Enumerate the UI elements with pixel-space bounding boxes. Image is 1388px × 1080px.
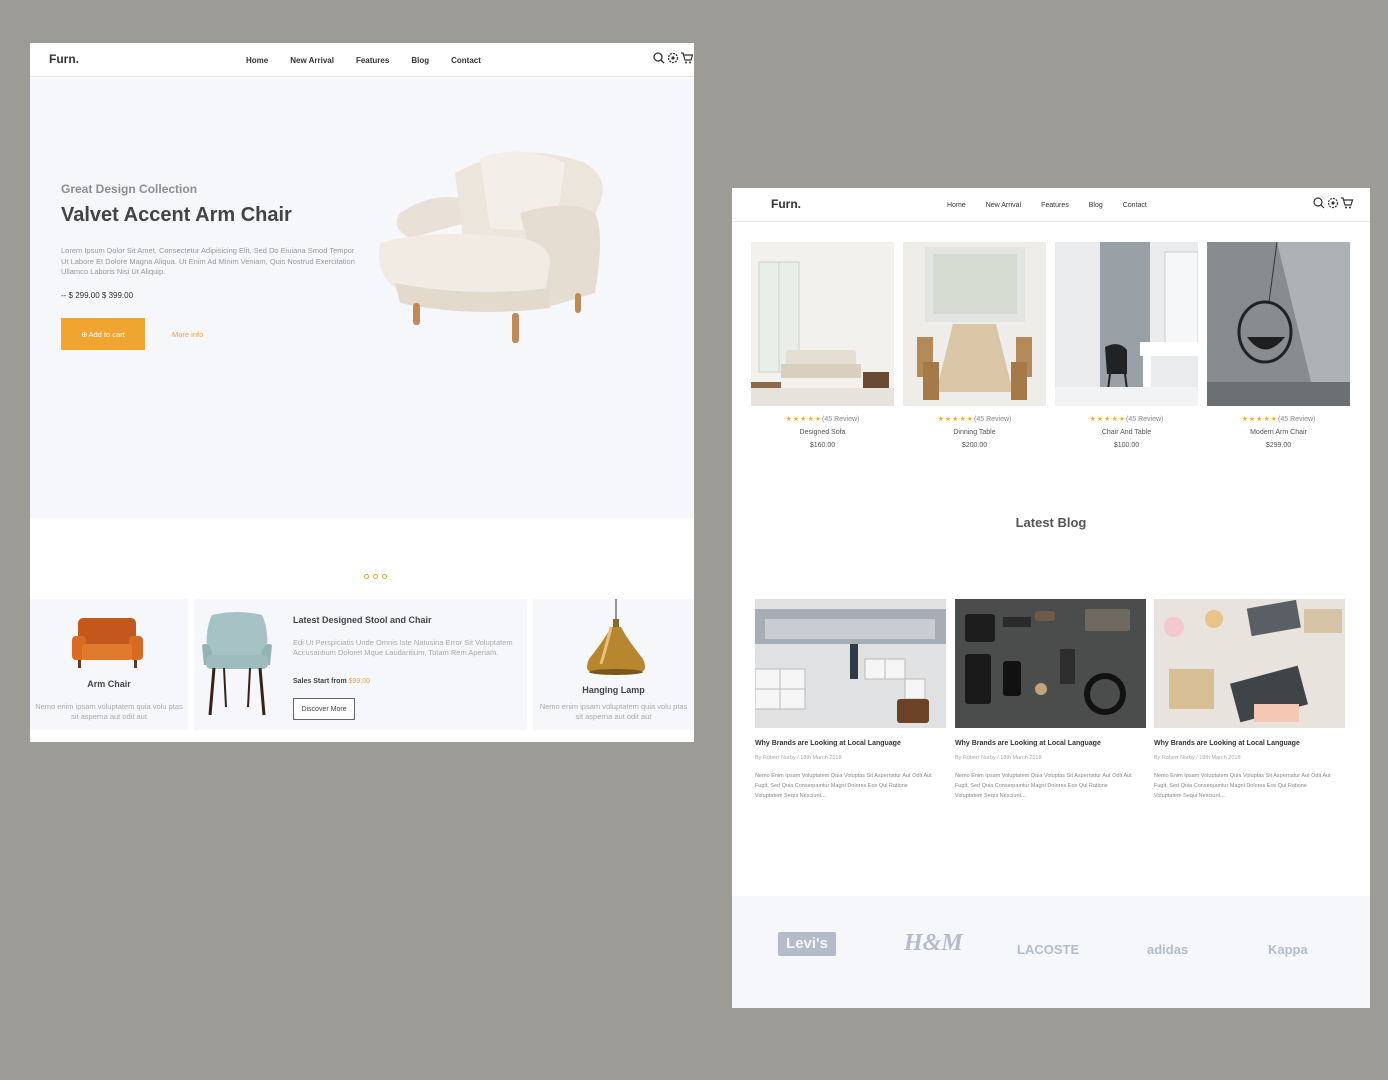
nav-menu: Home New Arrival Features Blog Contact: [246, 56, 503, 65]
feature-card-arm-chair[interactable]: Arm Chair Nemo enim ipsam voluptatem qui…: [30, 599, 188, 730]
product-rating: ★★★★★(45 Review): [1055, 415, 1198, 423]
product-rating: ★★★★★(45 Review): [903, 415, 1046, 423]
product-price: $160.00: [809, 442, 836, 449]
cart-plus-icon: ⊕: [81, 329, 88, 339]
product-name: Designed Sofa: [799, 429, 846, 436]
hero-section: Great Design Collection Valvet Accent Ar…: [30, 78, 694, 518]
star-icon: ★★★★★: [1089, 416, 1127, 423]
hanging-lamp-image: [587, 599, 645, 675]
nav-new-arrival[interactable]: New Arrival: [290, 56, 334, 65]
product-rating: ★★★★★(45 Review): [1207, 415, 1350, 423]
kappa-logo[interactable]: Kappa: [1268, 942, 1308, 957]
sales-start: Sales Start from $99.00: [293, 678, 370, 685]
blog-title[interactable]: Why Brands are Looking at Local Language: [755, 740, 901, 747]
star-icon: ★★★★★: [1241, 416, 1279, 423]
workspace-desk-image: [1154, 599, 1345, 728]
blog-excerpt: Nemo Enim Ipsam Voluptatem Quia Voluptas…: [1154, 773, 1331, 799]
orange-armchair-image: [72, 618, 143, 668]
carousel-dots: [364, 574, 391, 579]
carousel-dot-3[interactable]: [382, 574, 387, 579]
modern-arm-chair-image: [1207, 242, 1350, 406]
arm-chair-image: [379, 151, 603, 343]
logo-2[interactable]: Furn.: [771, 197, 801, 211]
blog-excerpt: Nemo Enim Ipsam Voluptatem Quia Voluptas…: [755, 773, 932, 799]
blog-excerpt: Nemo Enim Ipsam Voluptatem Quia Voluptas…: [955, 773, 1132, 799]
product-rating: ★★★★★(45 Review): [751, 415, 894, 423]
hero-title: Valvet Accent Arm Chair: [61, 204, 292, 226]
chair-and-table-image: [1055, 242, 1198, 406]
stool-desc: Edi Ut Perspiciatis Unde Omnis Iste Natu…: [293, 638, 513, 657]
review-count: (45 Review): [974, 416, 1012, 423]
review-count: (45 Review): [822, 416, 860, 423]
designed-sofa-image: [751, 242, 894, 406]
nav-home[interactable]: Home: [246, 56, 268, 65]
dinning-table-image: [903, 242, 1046, 406]
stool-title: Latest Designed Stool and Chair: [293, 615, 432, 625]
blue-chair-image: [202, 612, 272, 716]
blog-title[interactable]: Why Brands are Looking at Local Language: [955, 740, 1101, 747]
blog-meta: By Robert Norby / 18th March 2018: [955, 755, 1042, 761]
discover-more-button[interactable]: Discover More: [293, 698, 355, 720]
lacoste-logo[interactable]: LACOSTE: [1017, 942, 1079, 957]
product-price: $100.00: [1113, 442, 1140, 449]
nav-blog[interactable]: Blog: [411, 56, 429, 65]
hero-description: Lorem Ipsum Dolor Sit Amet, Consectetur …: [61, 246, 355, 276]
nav-icons: [652, 51, 694, 65]
cart-icon[interactable]: [680, 51, 694, 65]
review-count: (45 Review): [1126, 416, 1164, 423]
nav-features-2[interactable]: Features: [1041, 202, 1069, 209]
logo[interactable]: Furn.: [49, 52, 79, 66]
nav-icons-2: [1312, 196, 1354, 210]
blog-title[interactable]: Why Brands are Looking at Local Language: [1154, 740, 1300, 747]
blog-meta: By Robert Norby / 18th March 2018: [1154, 755, 1241, 761]
add-to-cart-label: Add to cart: [88, 329, 125, 339]
blog-heading: Latest Blog: [1015, 515, 1087, 530]
review-count: (45 Review): [1278, 416, 1316, 423]
nav-features[interactable]: Features: [356, 56, 389, 65]
sales-label: Sales Start from: [293, 678, 347, 685]
search-icon[interactable]: [1312, 196, 1326, 210]
hero-subtitle: Great Design Collection: [61, 182, 198, 196]
hm-logo[interactable]: H&M: [904, 930, 963, 957]
accessories-flatlay-image: [955, 599, 1146, 728]
feature-card-lamp[interactable]: Hanging Lamp Nemo enim ipsam voluptatem …: [533, 599, 694, 730]
hanging-lamp-desc: Nemo enim ipsam voluptatem quia volu pta…: [539, 702, 688, 721]
arm-chair-title: Arm Chair: [87, 679, 131, 689]
star-icon: ★★★★★: [785, 416, 823, 423]
nav-contact[interactable]: Contact: [451, 56, 481, 65]
carousel-dot-1[interactable]: [364, 574, 369, 579]
product-name: Chair And Table: [1101, 429, 1152, 436]
settings-icon[interactable]: [1326, 196, 1340, 210]
product-price: $299.00: [1265, 442, 1292, 449]
more-info-link[interactable]: More info: [172, 330, 203, 339]
star-icon: ★★★★★: [937, 416, 975, 423]
adidas-logo[interactable]: adidas: [1147, 942, 1188, 957]
brand-logos-strip: Levi's H&M LACOSTE adidas Kappa: [732, 896, 1370, 1008]
top-nav: Furn. Home New Arrival Features Blog Con…: [30, 43, 694, 77]
nav-home-2[interactable]: Home: [947, 202, 966, 209]
top-nav-2: Furn. Home New Arrival Features Blog Con…: [732, 188, 1370, 222]
product-name: Modern Arm Chair: [1250, 429, 1307, 436]
catalog-page-preview: Furn. Home New Arrival Features Blog Con…: [732, 188, 1370, 1008]
sales-price: $99.00: [348, 678, 371, 685]
store-interior-image: [755, 599, 946, 728]
levis-logo[interactable]: Levi's: [778, 932, 836, 956]
settings-icon[interactable]: [666, 51, 680, 65]
hero-price: -- $ 299.00 $ 399.00: [61, 291, 134, 300]
nav-new-arrival-2[interactable]: New Arrival: [986, 202, 1021, 209]
cart-icon[interactable]: [1340, 196, 1354, 210]
search-icon[interactable]: [652, 51, 666, 65]
feature-card-stool: Latest Designed Stool and Chair Edi Ut P…: [194, 599, 527, 730]
product-name: Dinning Table: [953, 429, 996, 436]
landing-page-preview: Furn. Home New Arrival Features Blog Con…: [30, 43, 694, 742]
nav-blog-2[interactable]: Blog: [1089, 202, 1103, 209]
carousel-dot-2[interactable]: [373, 574, 378, 579]
hanging-lamp-title: Hanging Lamp: [582, 685, 645, 695]
arm-chair-desc: Nemo enim ipsam voluptatem quia volu pta…: [35, 702, 183, 721]
nav-contact-2[interactable]: Contact: [1123, 202, 1147, 209]
product-price: $200.00: [961, 442, 988, 449]
add-to-cart-button[interactable]: ⊕ Add to cart: [61, 318, 145, 350]
nav-menu-2: Home New Arrival Features Blog Contact: [947, 202, 1167, 209]
blog-meta: By Robert Norby / 18th March 2018: [755, 755, 842, 761]
